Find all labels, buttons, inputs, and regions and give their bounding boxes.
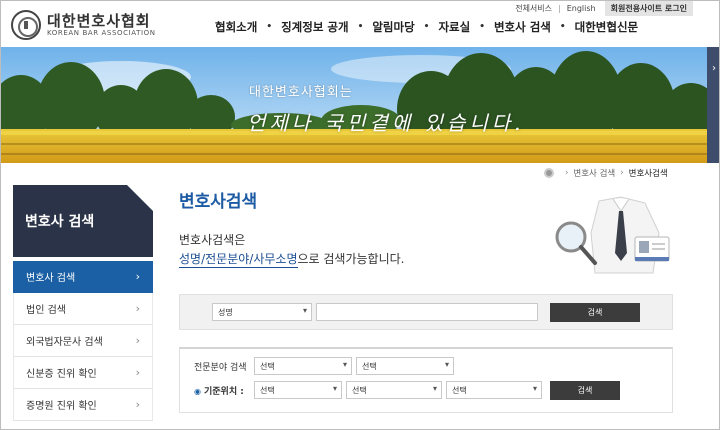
- nav-item-discipline[interactable]: 징계정보 공개: [272, 19, 357, 35]
- breadcrumb-current: 변호사검색: [628, 169, 668, 179]
- sidebar-menu: 변호사 검색 › 법인 검색 › 외국법자문사 검색 › 신분증 진위 확인 ›…: [13, 261, 153, 421]
- field-select-1[interactable]: 선택: [254, 357, 352, 375]
- page-frame: 전체서비스 | English 회원전용사이트 로그인 대한변호사협회 KORE…: [0, 0, 720, 430]
- banner-subtitle: 대한변호사협회는: [249, 85, 353, 100]
- location-label: ◉ 기준위치 :: [194, 384, 244, 397]
- sidebar-item-lawyer-search[interactable]: 변호사 검색 ›: [13, 261, 153, 293]
- chevron-right-icon: ›: [135, 334, 140, 347]
- chevron-right-icon: ›: [620, 168, 624, 178]
- sidebar-item-label: 신분증 진위 확인: [26, 369, 97, 380]
- all-services-link[interactable]: 전체서비스: [510, 3, 557, 14]
- nav-item-notice[interactable]: 알림마당: [363, 19, 423, 35]
- nav-item-about[interactable]: 협회소개: [206, 19, 266, 35]
- field-select-2[interactable]: 선택: [356, 357, 454, 375]
- field-search-label: 전문분야 검색: [194, 363, 247, 373]
- breadcrumb: › 변호사 검색 › 변호사검색: [544, 167, 668, 179]
- logo-text: 대한변호사협회 KOREAN BAR ASSOCIATION: [47, 13, 156, 38]
- members-login-button[interactable]: 회원전용사이트 로그인: [604, 1, 693, 16]
- sidebar-item-certificate-verify[interactable]: 증명원 진위 확인 ›: [13, 389, 153, 421]
- logo-korean-name: 대한변호사협회: [47, 11, 151, 30]
- banner-slogan: 언제나 국민곁에 있습니다.: [247, 111, 525, 135]
- nav-item-archive[interactable]: 자료실: [429, 19, 479, 35]
- chevron-right-icon: ›: [135, 302, 140, 315]
- chevron-right-icon[interactable]: ›: [709, 63, 719, 85]
- name-search-button[interactable]: 검색: [550, 303, 640, 322]
- main-navigation: 협회소개 • 징계정보 공개 • 알림마당 • 자료실 • 변호사 검색 • 대…: [206, 19, 647, 35]
- name-search-box: 성명 검색: [179, 294, 673, 330]
- location-select-1[interactable]: 선택: [254, 381, 342, 399]
- breadcrumb-level1[interactable]: 변호사 검색: [573, 167, 615, 179]
- english-link[interactable]: English: [562, 4, 601, 13]
- location-search-button[interactable]: 검색: [550, 381, 620, 400]
- search-type-select[interactable]: 성명: [212, 303, 312, 321]
- description-line2: 성명/전문분야/사무소명 으로 검색가능합니다.: [179, 250, 405, 268]
- description-rest: 으로 검색가능합니다.: [297, 252, 405, 266]
- sidebar-item-label: 외국법자문사 검색: [26, 337, 103, 348]
- sidebar-item-foreign-consultant[interactable]: 외국법자문사 검색 ›: [13, 325, 153, 357]
- banner-side-panel[interactable]: ›: [707, 47, 719, 163]
- home-icon[interactable]: [544, 168, 554, 178]
- logo-seal-icon: [11, 10, 41, 40]
- sidebar-item-id-verify[interactable]: 신분증 진위 확인 ›: [13, 357, 153, 389]
- field-location-search-box: 전문분야 검색 선택 선택 ◉기준위치 : 선택 선택 선택 검색: [179, 347, 673, 413]
- chevron-right-icon: ›: [565, 168, 569, 178]
- nav-item-newspaper[interactable]: 대한변협신문: [566, 19, 647, 35]
- sidebar-item-label: 법인 검색: [26, 305, 66, 316]
- hero-banner: 대한변호사협회는 언제나 국민곁에 있습니다. ›: [1, 47, 719, 163]
- lawyer-search-illustration: [555, 196, 670, 274]
- chevron-right-icon: ›: [135, 270, 140, 283]
- utility-bar: 전체서비스 | English 회원전용사이트 로그인: [510, 1, 693, 16]
- description-line1: 변호사검색은: [179, 233, 246, 247]
- search-keyword-input[interactable]: [316, 303, 538, 321]
- sidebar-item-firm-search[interactable]: 법인 검색 ›: [13, 293, 153, 325]
- sidebar-item-label: 변호사 검색: [26, 273, 76, 284]
- page-title: 변호사검색: [179, 192, 258, 212]
- nav-item-lawyer-search[interactable]: 변호사 검색: [485, 19, 560, 35]
- sidebar-item-label: 증명원 진위 확인: [26, 401, 97, 412]
- logo-english-name: KOREAN BAR ASSOCIATION: [47, 28, 156, 37]
- location-label-text: 기준위치 :: [203, 387, 244, 397]
- logo[interactable]: 대한변호사협회 KOREAN BAR ASSOCIATION: [11, 10, 156, 40]
- location-select-2[interactable]: 선택: [346, 381, 442, 399]
- location-select-3[interactable]: 선택: [446, 381, 542, 399]
- sunflower-field-image: [1, 47, 719, 163]
- chevron-right-icon: ›: [135, 398, 140, 411]
- description-highlight: 성명/전문분야/사무소명: [179, 252, 298, 268]
- bullet-icon: ◉: [194, 387, 201, 396]
- chevron-right-icon: ›: [135, 366, 140, 379]
- sidebar-title: 변호사 검색: [13, 185, 153, 257]
